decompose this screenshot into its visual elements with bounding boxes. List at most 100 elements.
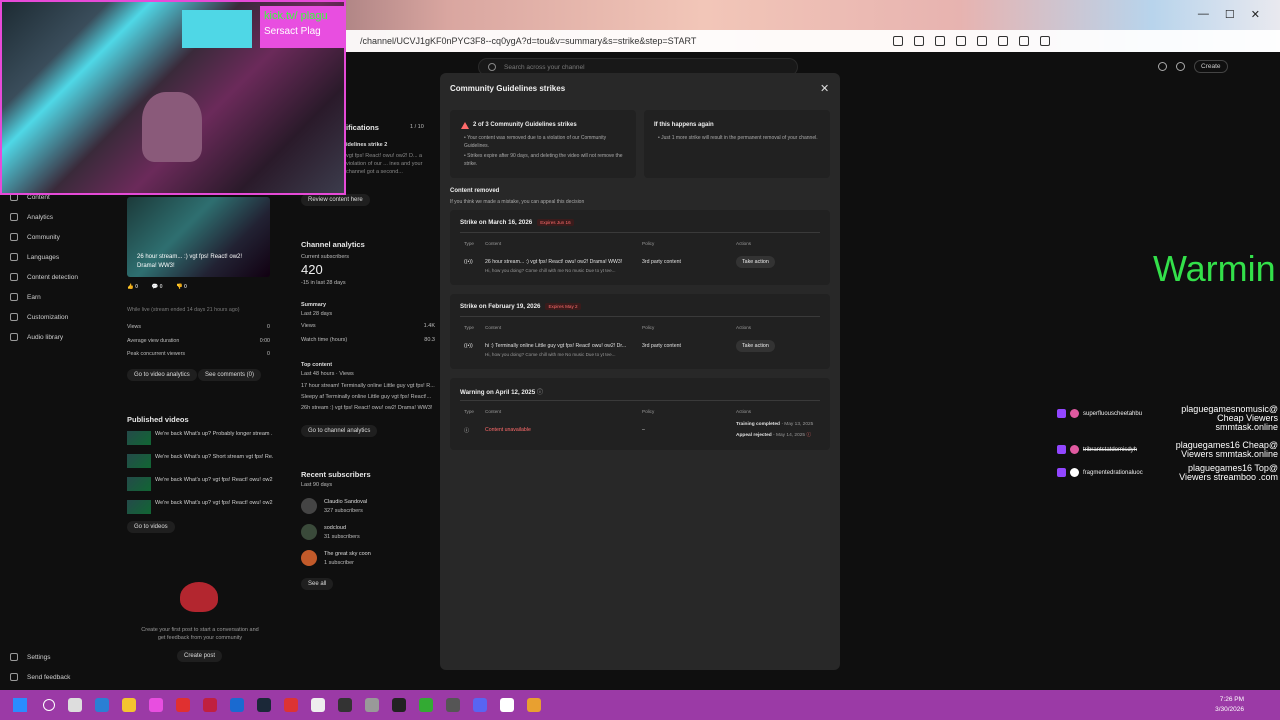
video-analytics-button[interactable]: Go to video analytics: [127, 369, 197, 381]
strike-content-desc: Hi, how you doing? Come chill with me No…: [485, 352, 616, 357]
search-icon: [488, 63, 496, 71]
top-content-sub: Last 48 hours · Views: [301, 371, 354, 377]
chat-user: superfluouscheetahbu: [1057, 409, 1142, 418]
see-all-button[interactable]: See all: [301, 578, 334, 590]
avatar[interactable]: [301, 550, 317, 566]
create-button[interactable]: Create: [1194, 60, 1228, 73]
top-content-title: Top content: [301, 362, 333, 368]
trash-icon[interactable]: [1019, 36, 1029, 46]
maximize-icon[interactable]: ☐: [1225, 8, 1235, 21]
latest-video-thumbnail[interactable]: 26 hour stream... :) vgt fps! React! ow2…: [127, 197, 270, 277]
browser-icon[interactable]: [230, 698, 244, 712]
live-broadcast-icon: ((•)): [464, 259, 473, 265]
detection-icon: [10, 273, 18, 281]
install-icon[interactable]: [893, 36, 903, 46]
extension-icon[interactable]: [956, 36, 966, 46]
app-icon[interactable]: [149, 698, 163, 712]
sidebar-item-analytics[interactable]: Analytics: [10, 213, 53, 221]
translate-icon[interactable]: [998, 36, 1008, 46]
clock[interactable]: 7:26 PM 3/30/2026: [1215, 695, 1244, 715]
sidebar-item-earn[interactable]: Earn: [10, 293, 41, 301]
sidebar-item-customization[interactable]: Customization: [10, 313, 68, 321]
channel-analytics-button[interactable]: Go to channel analytics: [301, 425, 378, 437]
col-content: Content: [485, 409, 502, 414]
camera-icon[interactable]: [1040, 36, 1050, 46]
sidebar-item-settings[interactable]: Settings: [10, 653, 51, 661]
subscriber-name[interactable]: Claudio Sandoval: [324, 499, 367, 505]
sparkle-icon[interactable]: [1176, 62, 1185, 71]
notifications-pager[interactable]: 1 / 10: [410, 124, 424, 130]
post-prompt: Create your first post to start a conver…: [141, 627, 259, 641]
avatar[interactable]: [301, 498, 317, 514]
subscribers-value: 420: [301, 262, 323, 277]
sidebar-item-content-detection[interactable]: Content detection: [10, 273, 78, 281]
nvidia-icon[interactable]: [419, 698, 433, 712]
divider: [460, 316, 820, 317]
opera-icon[interactable]: [176, 698, 190, 712]
help-icon[interactable]: [1158, 62, 1167, 71]
app-icon[interactable]: [527, 698, 541, 712]
take-action-button[interactable]: Take action: [736, 340, 775, 352]
address-bar[interactable]: /channel/UCVJ1gKF0nPYC3F8--cq0ygA?d=tou&…: [346, 30, 1280, 52]
discord-icon[interactable]: [473, 698, 487, 712]
see-comments-button[interactable]: See comments (0): [198, 369, 262, 381]
go-to-videos-button[interactable]: Go to videos: [127, 521, 175, 533]
published-video-row[interactable]: We're back What's up? Probably longer st…: [127, 431, 273, 445]
app-icon[interactable]: [365, 698, 379, 712]
bookmark-star-icon[interactable]: [914, 36, 924, 46]
sidebar-item-languages[interactable]: Languages: [10, 253, 59, 261]
header-actions: Create: [1158, 60, 1228, 73]
published-video-row[interactable]: We're back What's up? vgt fps! React! ow…: [127, 477, 273, 491]
strike-content-link[interactable]: hi :) Terminally online Little guy vgt f…: [485, 343, 635, 349]
puzzle-icon[interactable]: [977, 36, 987, 46]
top-content-item[interactable]: 26h stream :) vgt fps! React! owu! ow2! …: [301, 405, 435, 411]
warning-card: Warning on April 12, 2025 ⓘ Type Content…: [450, 378, 830, 450]
chat-user: tribrantstatdomisdyh: [1057, 445, 1137, 454]
edge-icon[interactable]: [95, 698, 109, 712]
subscribers-delta: -15 in last 28 days: [301, 280, 346, 286]
col-policy: Policy: [642, 325, 655, 330]
subscriber-name[interactable]: sodcloud: [324, 525, 346, 531]
app-icon[interactable]: [392, 698, 406, 712]
windows-start-icon[interactable]: [13, 698, 27, 712]
twitch-icon: [1057, 409, 1066, 418]
info-icon[interactable]: ⓘ: [537, 389, 543, 396]
avatar[interactable]: [301, 524, 317, 540]
screen: — ☐ ✕ /channel/UCVJ1gKF0nPYC3F8--cq0ygA?…: [0, 0, 1280, 720]
feedback-icon: [10, 673, 18, 681]
subscriber-name[interactable]: The great sky coon: [324, 551, 371, 557]
close-icon[interactable]: ✕: [820, 82, 829, 95]
languages-icon: [10, 253, 18, 261]
app-icon[interactable]: [338, 698, 352, 712]
app-icon[interactable]: [446, 698, 460, 712]
sidebar-item-community[interactable]: Community: [10, 233, 60, 241]
task-view-icon[interactable]: [68, 698, 82, 712]
col-type: Type: [464, 241, 474, 246]
sidebar-item-feedback[interactable]: Send feedback: [10, 673, 70, 681]
published-video-row[interactable]: We're back What's up? Short stream vgt f…: [127, 454, 273, 468]
top-content-item[interactable]: Sleepy af Terminally online Little guy v…: [301, 394, 435, 400]
strike-content-desc: Hi, how you doing? Come chill with me No…: [485, 268, 616, 273]
app-icon[interactable]: [203, 698, 217, 712]
steam-icon[interactable]: [257, 698, 271, 712]
strike-content-link[interactable]: 26 hour stream... :) vgt fps! React! owu…: [485, 259, 635, 265]
download-icon[interactable]: [935, 36, 945, 46]
review-content-button[interactable]: Review content here: [301, 194, 370, 206]
app-icon[interactable]: [284, 698, 298, 712]
channel-analytics-title: Channel analytics: [301, 240, 365, 249]
browser-toolbar: [884, 36, 1050, 46]
file-explorer-icon[interactable]: [122, 698, 136, 712]
top-content-item[interactable]: 17 hour stream! Terminally online Little…: [301, 383, 435, 389]
minimize-icon[interactable]: —: [1198, 8, 1209, 21]
obs-icon[interactable]: [311, 698, 325, 712]
search-icon[interactable]: [43, 699, 55, 711]
sidebar-item-audio-library[interactable]: Audio library: [10, 333, 63, 341]
published-video-row[interactable]: We're back What's up? vgt fps! React! ow…: [127, 500, 273, 514]
content-removed-sub: If you think we made a mistake, you can …: [450, 199, 585, 205]
col-actions: Actions: [736, 409, 752, 414]
take-action-button[interactable]: Take action: [736, 256, 775, 268]
close-window-icon[interactable]: ✕: [1251, 8, 1260, 21]
url-text[interactable]: /channel/UCVJ1gKF0nPYC3F8--cq0ygA?d=tou&…: [346, 36, 866, 46]
chrome-icon[interactable]: [500, 698, 514, 712]
create-post-button[interactable]: Create post: [177, 650, 223, 662]
